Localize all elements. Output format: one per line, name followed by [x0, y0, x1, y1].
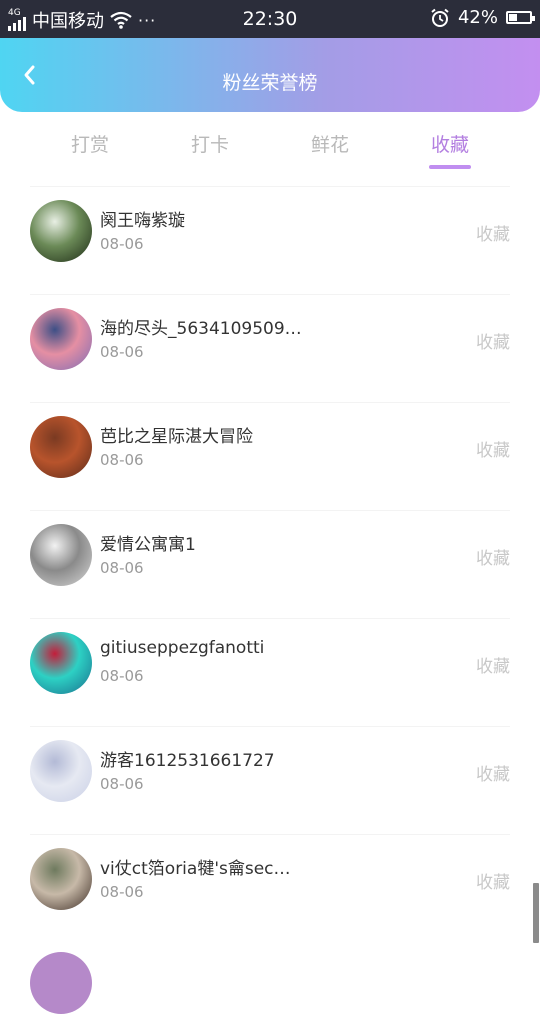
user-name: vi仗ct箔oria犍's龠sec… — [100, 859, 291, 879]
avatar[interactable] — [30, 200, 92, 262]
list-item[interactable]: vi仗ct箔oria犍's龠sec… 08-06 收藏 — [0, 834, 540, 942]
battery-percent: 42% — [457, 7, 498, 28]
list-item[interactable]: 阕王嗨紫璇 08-06 收藏 — [0, 186, 540, 294]
divider — [30, 618, 510, 619]
tab-label: 打赏 — [70, 134, 109, 156]
tab-label: 收藏 — [430, 134, 469, 156]
avatar[interactable] — [30, 524, 92, 586]
item-date: 08-06 — [100, 667, 144, 685]
favorite-label: 收藏 — [476, 657, 510, 677]
favorite-label: 收藏 — [476, 765, 510, 785]
scrollbar[interactable] — [533, 883, 539, 943]
user-name: 芭比之星际湛大冒险 — [100, 427, 253, 447]
battery-fill — [509, 14, 517, 21]
avatar[interactable] — [30, 308, 92, 370]
alarm-clock-icon — [431, 8, 449, 27]
favorite-label: 收藏 — [476, 225, 510, 245]
divider — [30, 726, 510, 727]
item-date: 08-06 — [100, 883, 144, 901]
tab-active-underline — [429, 165, 471, 169]
avatar[interactable] — [30, 416, 92, 478]
avatar[interactable] — [30, 848, 92, 910]
divider — [30, 186, 510, 187]
user-name: 阕王嗨紫璇 — [100, 211, 185, 231]
favorite-label: 收藏 — [476, 873, 510, 893]
tab-flowers[interactable]: 鲜花 — [290, 130, 370, 157]
tab-checkin[interactable]: 打卡 — [170, 130, 250, 157]
favorite-label: 收藏 — [476, 549, 510, 569]
list-item[interactable]: 海的尽头_5634109509… 08-06 收藏 — [0, 294, 540, 402]
list-item[interactable]: 游客1612531661727 08-06 收藏 — [0, 726, 540, 834]
user-name: 海的尽头_5634109509… — [100, 319, 302, 339]
user-name: 游客1612531661727 — [100, 751, 275, 771]
list-item[interactable]: 爱情公寓寓1 08-06 收藏 — [0, 510, 540, 618]
divider — [30, 294, 510, 295]
status-right: 42% — [430, 7, 535, 28]
divider — [30, 834, 510, 835]
avatar[interactable] — [30, 632, 92, 694]
divider — [30, 510, 510, 511]
status-bar: 4G 中国移动 ··· 22:30 42% — [0, 0, 540, 38]
page-title: 粉丝荣誉榜 — [222, 72, 318, 94]
list-item[interactable]: gitiuseppezgfanotti 08-06 收藏 — [0, 618, 540, 726]
list-item[interactable]: 芭比之星际湛大冒险 08-06 收藏 — [0, 402, 540, 510]
header-bar: 粉丝荣誉榜 — [0, 38, 540, 112]
fan-list: 阕王嗨紫璇 08-06 收藏 海的尽头_5634109509… 08-06 收藏… — [0, 186, 540, 942]
user-name: gitiuseppezgfanotti — [100, 638, 265, 658]
divider — [30, 402, 510, 403]
item-date: 08-06 — [100, 235, 144, 253]
battery-icon — [506, 11, 535, 24]
tab-bar: 打赏 打卡 鲜花 收藏 — [0, 122, 540, 172]
avatar[interactable] — [30, 740, 92, 802]
item-date: 08-06 — [100, 559, 144, 577]
tab-favorites[interactable]: 收藏 — [410, 130, 490, 169]
item-date: 08-06 — [100, 775, 144, 793]
item-date: 08-06 — [100, 451, 144, 469]
tab-label: 打卡 — [190, 134, 229, 156]
avatar-partial[interactable] — [30, 952, 92, 1014]
user-name: 爱情公寓寓1 — [100, 535, 196, 555]
item-date: 08-06 — [100, 343, 144, 361]
tab-reward[interactable]: 打赏 — [50, 130, 130, 157]
favorite-label: 收藏 — [476, 441, 510, 461]
tab-label: 鲜花 — [310, 134, 349, 156]
favorite-label: 收藏 — [476, 333, 510, 353]
